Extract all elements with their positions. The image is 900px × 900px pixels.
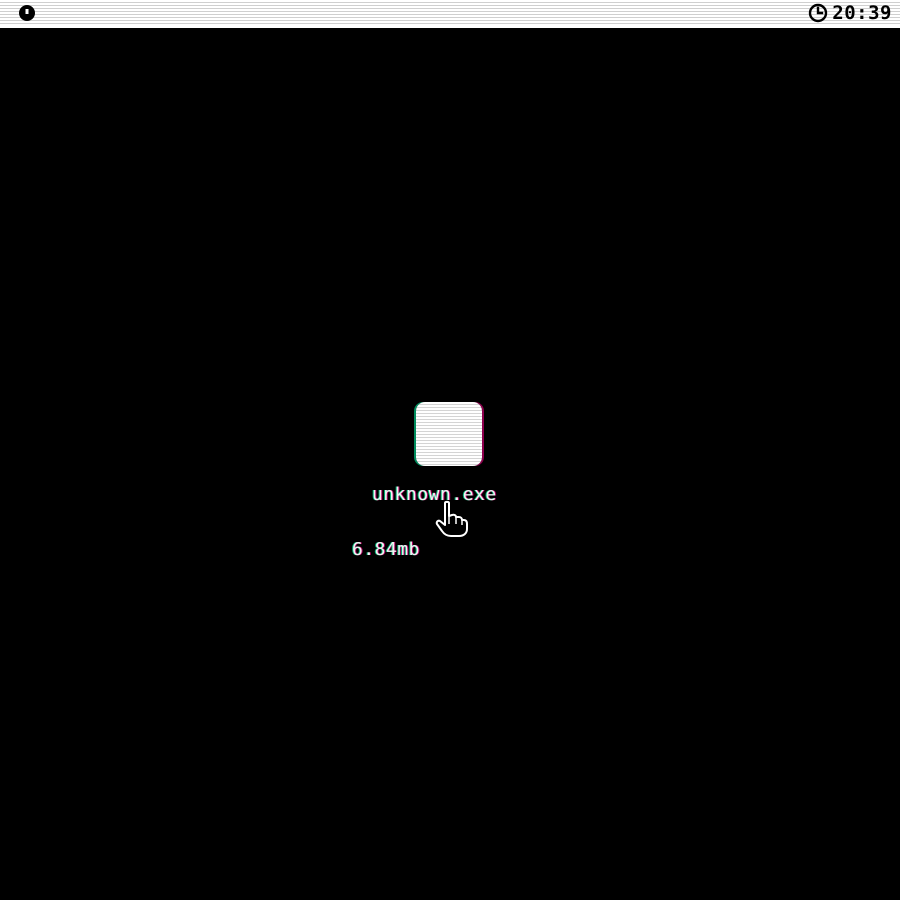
file-icon-tile <box>416 402 482 466</box>
menu-bar-clock[interactable]: 20:39 <box>808 2 892 24</box>
file-name-label[interactable]: unknown.exe <box>372 484 532 505</box>
clock-time: 20:39 <box>832 2 892 24</box>
file-icon[interactable] <box>416 402 484 468</box>
system-menu-icon[interactable] <box>18 4 36 22</box>
clock-icon <box>809 3 828 23</box>
menu-bar: 20:39 <box>0 0 900 28</box>
file-size-label: 6.84mb <box>352 539 421 560</box>
